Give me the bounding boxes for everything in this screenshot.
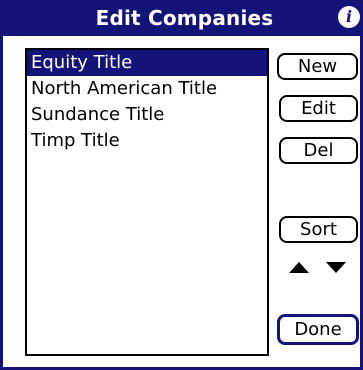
- list-item[interactable]: Timp Title: [27, 128, 267, 154]
- list-item[interactable]: North American Title: [27, 76, 267, 102]
- new-button[interactable]: New: [277, 53, 358, 80]
- dialog-title: Edit Companies: [95, 6, 274, 30]
- arrow-down-icon[interactable]: [326, 262, 346, 273]
- sort-button[interactable]: Sort: [279, 216, 358, 243]
- title-bar: Edit Companies i: [3, 0, 363, 36]
- dialog-frame: Edit Companies i Equity Title North Amer…: [0, 0, 363, 370]
- arrow-up-icon[interactable]: [289, 262, 309, 273]
- list-item[interactable]: Sundance Title: [27, 102, 267, 128]
- company-list[interactable]: Equity Title North American Title Sundan…: [25, 48, 269, 356]
- list-item[interactable]: Equity Title: [27, 50, 267, 76]
- delete-button[interactable]: Del: [279, 137, 358, 164]
- edit-button[interactable]: Edit: [279, 95, 358, 122]
- done-button[interactable]: Done: [277, 314, 359, 345]
- info-icon[interactable]: i: [338, 6, 360, 28]
